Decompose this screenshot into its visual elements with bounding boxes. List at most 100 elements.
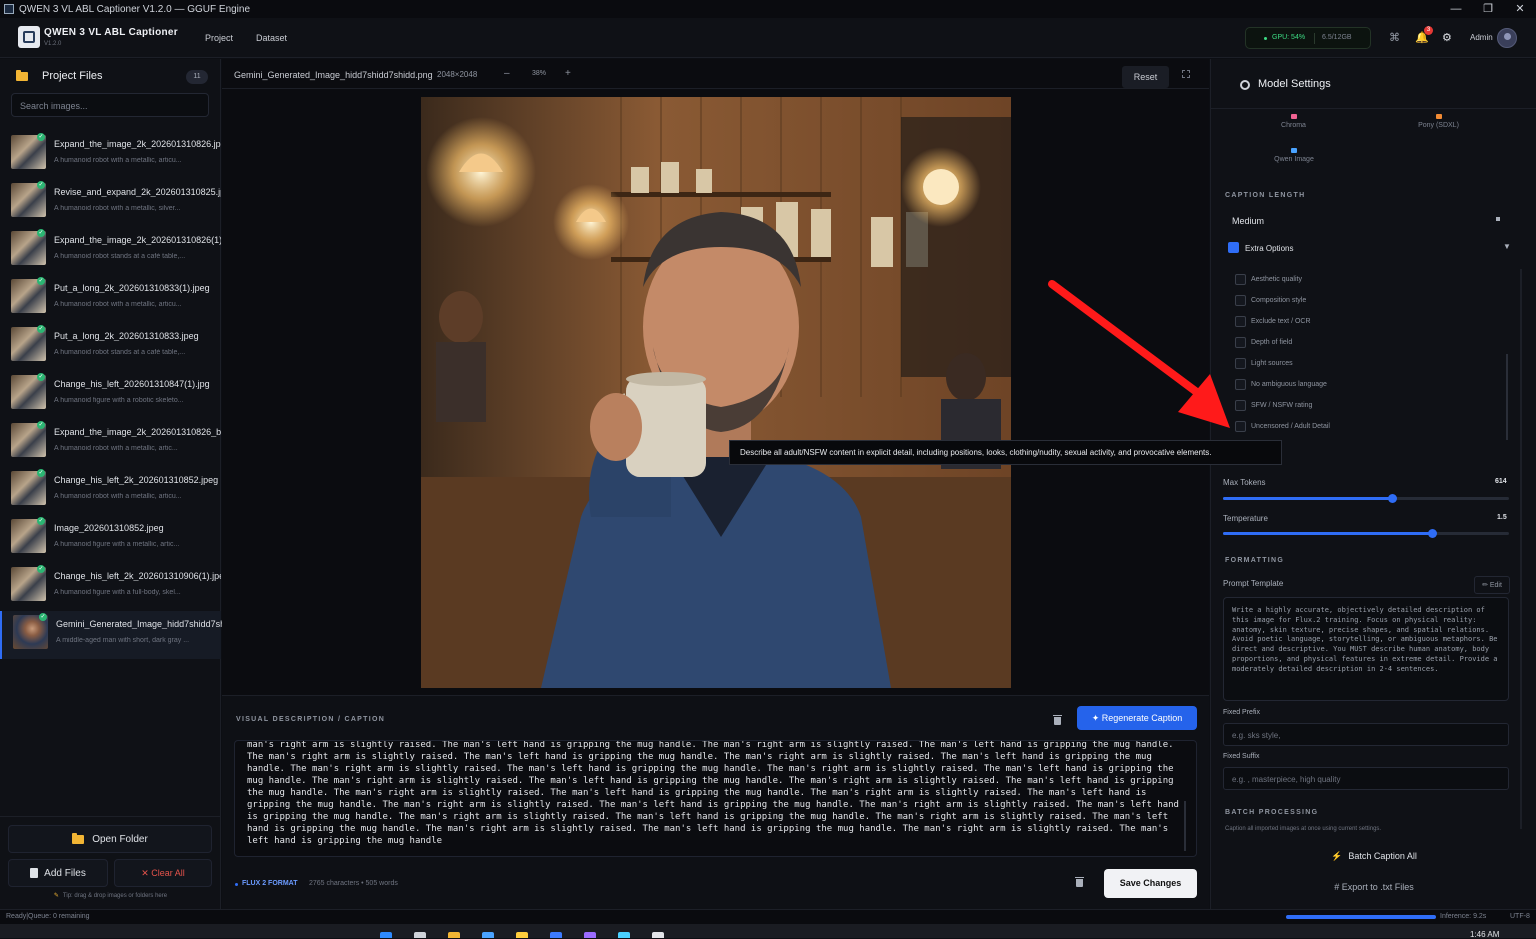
export-txt-button[interactable]: # Export to .txt Files [1211,882,1536,892]
status-text: Ready|Queue: 0 remaining [6,913,90,920]
file-name: Change_his_left_202601310847(1).jpg [54,379,210,389]
file-name: Gemini_Generated_Image_hidd7shidd7shidd.… [56,619,223,629]
caption-text[interactable]: man's right arm is slightly raised. The … [247,741,1184,847]
save-changes-button[interactable]: Save Changes [1104,869,1197,898]
add-files-button[interactable]: Add Files [8,859,108,887]
file-list-item[interactable]: ✓ Change_his_left_2k_202601310906(1).jpeg… [0,563,221,611]
gpu-status-dot [1264,37,1267,40]
file-name: Change_his_left_2k_202601310852.jpeg [54,475,219,485]
reset-button[interactable]: Reset [1122,66,1169,88]
file-list-item[interactable]: ✓ Expand_the_image_2k_202601310826(1).jpe… [0,227,221,275]
file-description: A humanoid robot with a metallic, silver… [54,205,181,212]
brand-name: QWEN 3 VL ABL Captioner [44,27,178,38]
caption-length-select[interactable]: Medium [1232,216,1264,226]
maximize-button[interactable]: ❐ [1472,0,1504,18]
formatting-heading: FORMATTING [1225,557,1285,564]
file-name: Expand_the_image_2k_202601310826_blocked… [54,427,221,437]
file-description: A humanoid robot with a metallic, articu… [54,157,182,164]
minimize-button[interactable]: — [1440,0,1472,18]
file-description: A humanoid figure with a full-body, skel… [54,589,181,596]
select-handle-icon[interactable] [1496,217,1500,221]
max-tokens-handle[interactable] [1387,494,1397,503]
edit-template-button[interactable]: ✏ Edit [1474,576,1510,594]
file-list-item[interactable]: ✓ Revise_and_expand_2k_202601310825.jpeg A… [0,179,221,227]
max-tokens-slider[interactable] [1223,494,1509,503]
app-icon[interactable] [618,932,630,938]
caption-stats: 2765 characters • 505 words [309,880,398,887]
model-chroma[interactable]: Chroma [1271,114,1316,129]
prompt-template-label: Prompt Template [1223,579,1284,588]
caption-textarea[interactable]: man's right arm is slightly raised. The … [234,740,1197,857]
delete-caption-icon[interactable] [1053,715,1062,725]
red-arrow-annotation [1048,280,1230,428]
file-list-item[interactable]: ✓ Expand_the_image_2k_202601310826_blocke… [0,419,221,467]
prompt-template-box[interactable]: Write a highly accurate, objectively det… [1223,597,1509,701]
temperature-slider[interactable] [1223,529,1509,538]
command-icon[interactable]: ⌘ [1389,31,1400,44]
preview-image [421,97,1011,688]
clear-all-button[interactable]: ✕ Clear All [114,859,212,887]
open-folder-button[interactable]: Open Folder [8,825,212,853]
file-list-item[interactable]: ✓ Change_his_left_2k_202601310852.jpeg A h… [0,467,221,515]
settings-gear-icon[interactable]: ⚙ [1442,31,1452,44]
file-list-item[interactable]: ✓ Change_his_left_202601310847(1).jpg A hu… [0,371,221,419]
app-icon[interactable] [584,932,596,938]
check-icon: ✓ [37,181,45,189]
inference-time: Inference: 9.2s [1440,913,1487,920]
model-pony-sdxl[interactable]: Pony (SDXL) [1411,114,1466,129]
check-icon: ✓ [37,517,45,525]
caption-section-title: VISUAL DESCRIPTION / CAPTION [236,716,386,723]
file-list-item[interactable]: ✓ Put_a_long_2k_202601310833(1).jpeg A hum… [0,275,221,323]
zoom-level: 38% [532,70,547,77]
progress-fill [1286,915,1436,919]
app-icon[interactable] [652,932,664,938]
vram-usage: 6.5/12GB [1322,34,1352,41]
file-name: Expand_the_image_2k_202601310826(1).jpeg [54,235,221,245]
regenerate-caption-button[interactable]: ✦ Regenerate Caption [1077,706,1197,730]
file-count-badge: 11 [186,70,208,84]
file-list-item[interactable]: ✓ Gemini_Generated_Image_hidd7shidd7shidd… [0,611,223,659]
batch-caption-all-button[interactable]: ⚡ Batch Caption All [1211,851,1536,862]
options-scrollbar[interactable] [1506,354,1508,440]
fixed-suffix-input[interactable]: e.g. , masterpiece, high quality [1223,767,1509,790]
file-description: A humanoid robot with a metallic, articu… [54,301,182,308]
trash-icon[interactable] [1075,877,1084,887]
model-qwen-image[interactable]: Qwen Image [1269,148,1319,163]
explorer-icon[interactable] [448,932,460,938]
start-icon[interactable] [380,932,392,938]
caption-scrollbar[interactable] [1184,801,1186,851]
app-icon[interactable] [550,932,562,938]
nav-dataset[interactable]: Dataset [256,33,287,43]
app-header: QWEN 3 VL ABL Captioner V1.2.0 Project D… [0,18,1536,58]
file-list-item[interactable]: ✓ Image_202601310852.jpeg A humanoid figur… [0,515,221,563]
zoom-in-button[interactable]: + [565,68,571,79]
batch-description: Caption all imported images at once usin… [1225,826,1382,832]
zoom-out-button[interactable]: – [504,68,510,79]
fixed-suffix-label: Fixed Suffix [1223,753,1260,760]
file-list-item[interactable]: ✓ Expand_the_image_2k_202601310826.jpeg A … [0,131,221,179]
close-window-button[interactable]: ✕ [1504,0,1536,18]
notification-badge: 3 [1424,26,1433,35]
check-icon: ✓ [37,565,45,573]
app-logo [18,26,40,48]
chevron-down-icon[interactable]: ▼ [1503,242,1511,251]
app-icon[interactable] [482,932,494,938]
file-name: Revise_and_expand_2k_202601310825.jpeg [54,187,221,197]
file-description: A humanoid figure with a metallic, artic… [54,541,180,548]
check-icon: ✓ [39,613,47,621]
fullscreen-icon[interactable] [1182,70,1190,78]
drop-tip: ✎ Tip: drag & drop images or folders here [0,892,221,899]
extra-options-checkbox[interactable] [1228,242,1239,253]
fixed-prefix-input[interactable]: e.g. sks style, [1223,723,1509,746]
app-icon[interactable] [516,932,528,938]
settings-scrollbar[interactable] [1520,269,1522,829]
avatar[interactable] [1497,28,1517,48]
search-input[interactable]: Search images... [11,93,209,117]
nav-project[interactable]: Project [205,33,233,43]
check-icon: ✓ [37,469,45,477]
caption-length-heading: CAPTION LENGTH [1225,192,1306,199]
file-list-item[interactable]: ✓ Put_a_long_2k_202601310833.jpeg A humano… [0,323,221,371]
temperature-handle[interactable] [1427,529,1437,538]
search-icon[interactable] [414,932,426,938]
batch-heading: BATCH PROCESSING [1225,809,1319,816]
